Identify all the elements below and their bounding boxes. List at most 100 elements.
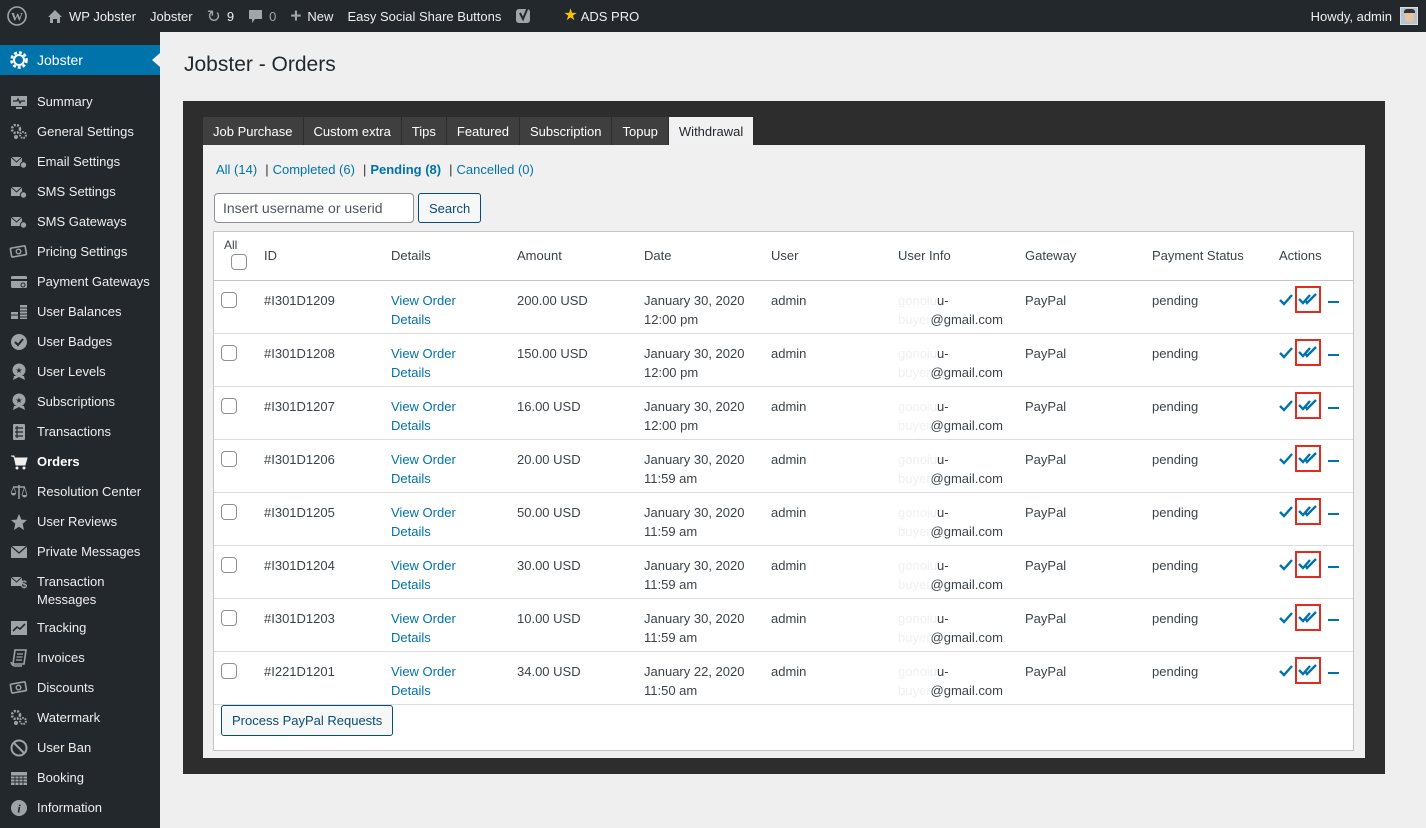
view-order-details-link[interactable]: View Order Details [391, 611, 456, 645]
approve-check-icon[interactable] [1279, 557, 1293, 576]
mark-paid-double-check-icon[interactable] [1295, 444, 1321, 472]
row-checkbox[interactable] [221, 609, 237, 626]
filter-completed[interactable]: Completed (6) [273, 162, 355, 177]
cancel-minus-icon[interactable] [1328, 512, 1339, 515]
sidebar-item-watermark[interactable]: Watermark [0, 704, 160, 734]
sidebar-item-user-levels[interactable]: ★ User Levels [0, 358, 160, 388]
site-name-link[interactable]: WP Jobster [40, 0, 143, 32]
row-checkbox[interactable] [221, 503, 237, 520]
sidebar-item-pricing-settings[interactable]: Pricing Settings [0, 238, 160, 268]
row-checkbox[interactable] [221, 344, 237, 361]
view-order-details-link[interactable]: View Order Details [391, 452, 456, 486]
search-button[interactable]: Search [418, 193, 482, 223]
cancel-minus-icon[interactable] [1328, 406, 1339, 409]
filter-all[interactable]: All (14) [216, 162, 257, 177]
comments-link[interactable]: 0 [241, 0, 283, 32]
sidebar-item-sms-settings[interactable]: SMS Settings [0, 178, 160, 208]
approve-check-icon[interactable] [1279, 451, 1293, 470]
sidebar-item-summary[interactable]: Summary [0, 88, 160, 118]
sidebar-item-private-messages[interactable]: Private Messages [0, 538, 160, 568]
sidebar-item-payment-gateways[interactable]: Payment Gateways [0, 268, 160, 298]
view-order-details-link[interactable]: View Order Details [391, 505, 456, 539]
updates-link[interactable]: ↻ 9 [200, 0, 241, 32]
sidebar-item-transaction-messages[interactable]: $ Transaction Messages [0, 568, 160, 614]
row-checkbox[interactable] [221, 291, 237, 308]
mark-paid-double-check-icon[interactable] [1295, 285, 1321, 313]
mark-paid-double-check-icon[interactable] [1295, 391, 1321, 419]
sidebar-item-transactions[interactable]: Transactions [0, 418, 160, 448]
mark-paid-double-check-icon[interactable] [1295, 656, 1321, 684]
approve-check-icon[interactable] [1279, 610, 1293, 629]
view-order-details-link[interactable]: View Order Details [391, 293, 456, 327]
mark-paid-double-check-icon[interactable] [1295, 497, 1321, 525]
ads-pro-link[interactable]: ★ ADS PRO [556, 0, 646, 32]
cancel-minus-icon[interactable] [1328, 565, 1339, 568]
process-paypal-requests-button[interactable]: Process PayPal Requests [221, 705, 394, 736]
approve-check-icon[interactable] [1279, 504, 1293, 523]
tab-subscription[interactable]: Subscription [519, 117, 613, 145]
select-all-checkbox[interactable] [231, 254, 247, 271]
tab-tips[interactable]: Tips [401, 117, 447, 145]
view-order-details-link[interactable]: View Order Details [391, 664, 456, 698]
cancel-minus-icon[interactable] [1328, 618, 1339, 621]
essb-link[interactable]: Easy Social Share Buttons [340, 0, 508, 32]
jobster-menu-link[interactable]: Jobster [143, 0, 200, 32]
tab-withdrawal[interactable]: Withdrawal [668, 117, 755, 145]
search-input[interactable] [214, 193, 414, 223]
column-header-user-info[interactable]: User Info [898, 232, 1025, 280]
filter-pending[interactable]: Pending (8) [370, 162, 441, 177]
view-order-details-link[interactable]: View Order Details [391, 558, 456, 592]
cancel-minus-icon[interactable] [1328, 459, 1339, 462]
row-checkbox[interactable] [221, 662, 237, 679]
column-header-details[interactable]: Details [391, 232, 517, 280]
approve-check-icon[interactable] [1279, 345, 1293, 364]
sidebar-item-information[interactable]: i Information [0, 794, 160, 824]
my-account-link[interactable]: Howdy, admin [1304, 0, 1426, 32]
filter-cancelled[interactable]: Cancelled (0) [457, 162, 534, 177]
new-content-link[interactable]: + New [283, 0, 340, 32]
svg-text:$: $ [20, 579, 26, 590]
sidebar-item-tracking[interactable]: Tracking [0, 614, 160, 644]
approve-check-icon[interactable] [1279, 292, 1293, 311]
sidebar-item-discounts[interactable]: Discounts [0, 674, 160, 704]
approve-check-icon[interactable] [1279, 398, 1293, 417]
tab-job-purchase[interactable]: Job Purchase [203, 117, 304, 145]
approve-check-icon[interactable] [1279, 663, 1293, 682]
column-header-id[interactable]: ID [264, 232, 391, 280]
mark-paid-double-check-icon[interactable] [1295, 550, 1321, 578]
column-header-user[interactable]: User [771, 232, 898, 280]
row-checkbox[interactable] [221, 556, 237, 573]
cancel-minus-icon[interactable] [1328, 671, 1339, 674]
tab-featured[interactable]: Featured [446, 117, 520, 145]
sidebar-item-resolution-center[interactable]: Resolution Center [0, 478, 160, 508]
row-checkbox[interactable] [221, 450, 237, 467]
tab-custom-extra[interactable]: Custom extra [303, 117, 402, 145]
yoast-seo-link[interactable] [508, 0, 546, 32]
sidebar-item-orders[interactable]: Orders [0, 448, 160, 478]
mark-paid-double-check-icon[interactable] [1295, 603, 1321, 631]
column-header-amount[interactable]: Amount [517, 232, 644, 280]
cancel-minus-icon[interactable] [1328, 353, 1339, 356]
sidebar-item-user-badges[interactable]: User Badges [0, 328, 160, 358]
sidebar-item-user-balances[interactable]: User Balances [0, 298, 160, 328]
column-header-date[interactable]: Date [644, 232, 771, 280]
cancel-minus-icon[interactable] [1328, 300, 1339, 303]
view-order-details-link[interactable]: View Order Details [391, 346, 456, 380]
sidebar-header-jobster[interactable]: Jobster [0, 45, 160, 75]
sidebar-item-invoices[interactable]: Invoices [0, 644, 160, 674]
view-order-details-link[interactable]: View Order Details [391, 399, 456, 433]
order-id: #I301D1205 [264, 504, 335, 520]
sidebar-item-general-settings[interactable]: General Settings [0, 118, 160, 148]
wordpress-logo-button[interactable]: W [0, 0, 40, 32]
row-checkbox[interactable] [221, 397, 237, 414]
sidebar-item-user-reviews[interactable]: User Reviews [0, 508, 160, 538]
sidebar-item-booking[interactable]: Booking [0, 764, 160, 794]
sidebar-item-sms-gateways[interactable]: SMS Gateways [0, 208, 160, 238]
column-header-payment-status[interactable]: Payment Status [1152, 232, 1279, 280]
sidebar-item-subscriptions[interactable]: ★ Subscriptions [0, 388, 160, 418]
column-header-gateway[interactable]: Gateway [1025, 232, 1152, 280]
tab-topup[interactable]: Topup [612, 117, 669, 145]
sidebar-item-email-settings[interactable]: Email Settings [0, 148, 160, 178]
mark-paid-double-check-icon[interactable] [1295, 338, 1321, 366]
sidebar-item-user-ban[interactable]: User Ban [0, 734, 160, 764]
